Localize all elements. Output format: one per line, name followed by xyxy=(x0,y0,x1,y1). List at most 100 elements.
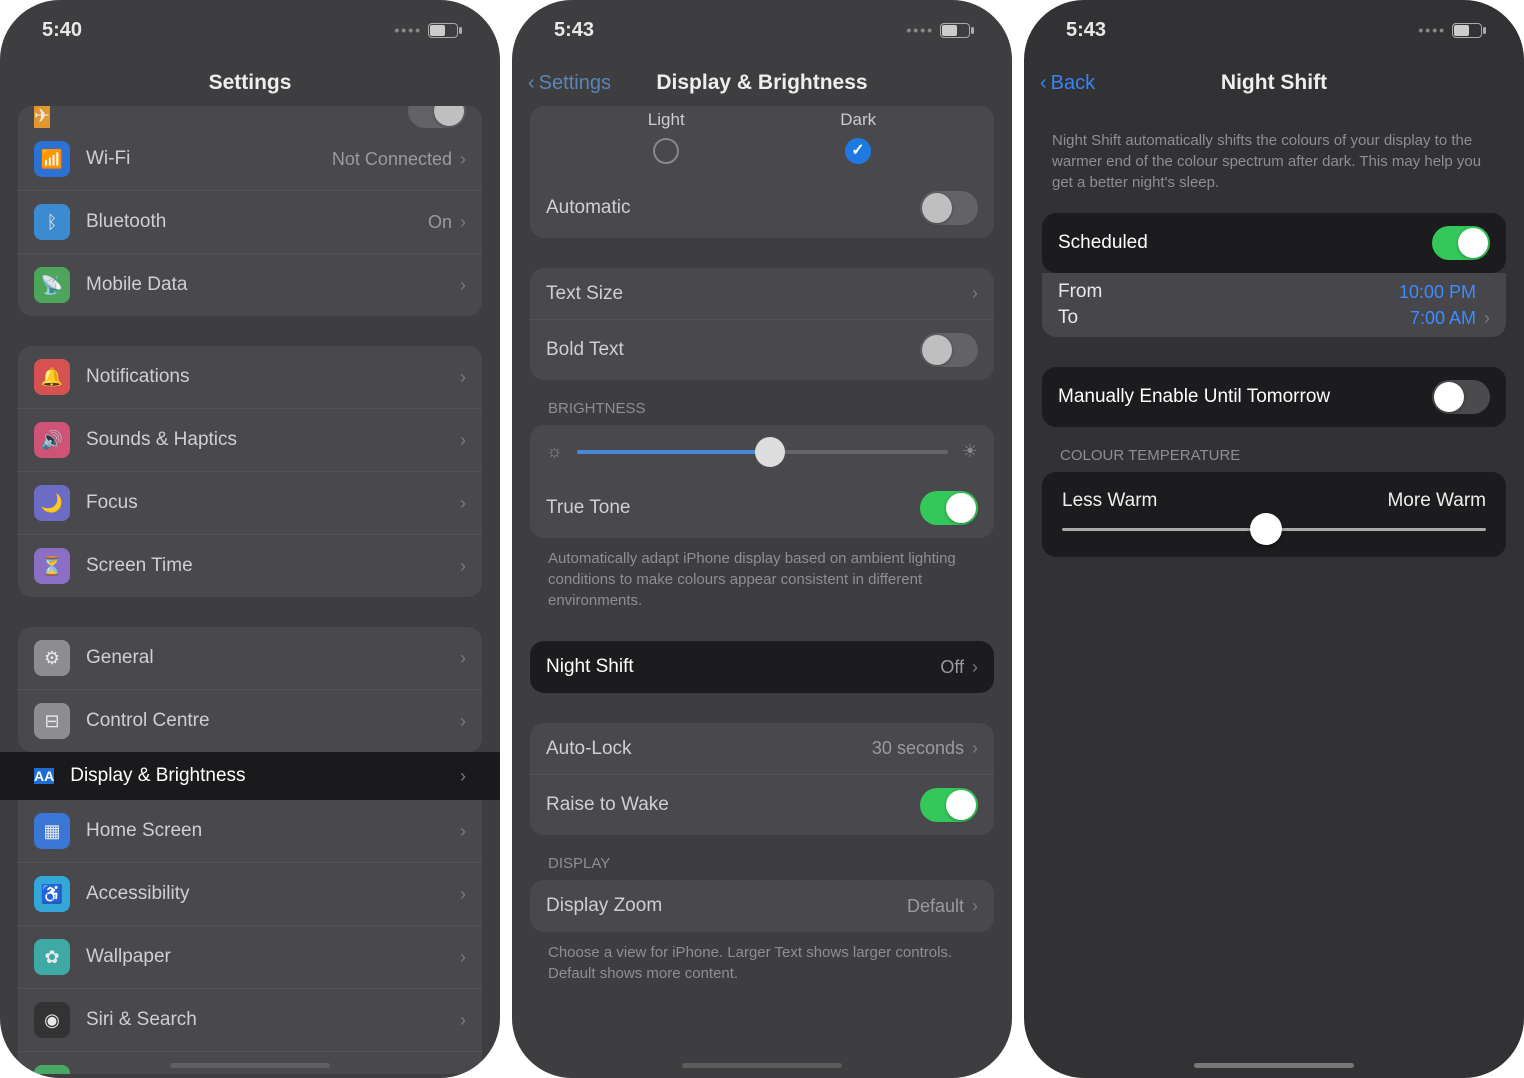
display-brightness-row[interactable]: AA Display & Brightness › xyxy=(0,752,500,800)
manual-group: Manually Enable Until Tomorrow xyxy=(1042,367,1506,427)
siri-icon: ◉ xyxy=(34,1002,70,1038)
page-title: Night Shift xyxy=(1221,71,1327,95)
bluetooth-row[interactable]: ᛒ Bluetooth On › xyxy=(18,191,482,254)
scheduled-toggle[interactable] xyxy=(1432,226,1490,260)
displayzoom-group: Display Zoom Default › xyxy=(530,880,994,932)
settings-screen: 5:40 •••• Settings ✈ 📶 Wi-Fi Not Connect… xyxy=(0,0,500,1078)
appearance-light-option[interactable]: Light xyxy=(648,110,685,164)
scheduled-group: Scheduled xyxy=(1042,213,1506,273)
nightshift-screen: 5:43 •••• ‹ Back Night Shift Night Shift… xyxy=(1024,0,1524,1078)
nav-bar: Settings xyxy=(0,60,500,106)
wifi-icon: 📶 xyxy=(34,141,70,177)
chevron-right-icon: › xyxy=(972,657,978,678)
truetone-toggle[interactable] xyxy=(920,491,978,525)
battery-icon xyxy=(428,23,458,38)
bluetooth-icon: ᛒ xyxy=(34,204,70,240)
chevron-right-icon: › xyxy=(972,738,978,759)
chevron-right-icon: › xyxy=(460,149,466,170)
textsize-icon: AA xyxy=(34,768,54,784)
radio-checked-icon xyxy=(845,138,871,164)
lock-group: Auto-Lock 30 seconds › Raise to Wake xyxy=(530,723,994,835)
cell-signal-icon: •••• xyxy=(1418,22,1446,38)
nightshift-row[interactable]: Night Shift Off › xyxy=(530,641,994,693)
siri-row[interactable]: ◉ Siri & Search › xyxy=(18,989,482,1052)
general-group: ⚙ General › ⊟ Control Centre › xyxy=(18,627,482,752)
chevron-right-icon: › xyxy=(460,275,466,296)
page-title: Display & Brightness xyxy=(656,71,867,95)
bluetooth-value: On xyxy=(428,212,452,233)
chevron-left-icon: ‹ xyxy=(528,72,535,95)
mobiledata-label: Mobile Data xyxy=(86,274,452,296)
back-button[interactable]: ‹ Back xyxy=(1040,72,1095,95)
chevron-right-icon: › xyxy=(460,1010,466,1031)
truetone-row: True Tone xyxy=(530,478,994,538)
brightness-slider[interactable] xyxy=(577,450,948,454)
automatic-toggle[interactable] xyxy=(920,191,978,225)
schedule-times-group: From 10:00 PM › To 7:00 AM › xyxy=(1042,273,1506,337)
chevron-right-icon: › xyxy=(460,884,466,905)
chevron-right-icon: › xyxy=(460,367,466,388)
chevron-right-icon: › xyxy=(460,821,466,842)
display-brightness-screen: 5:43 •••• ‹ Settings Display & Brightnes… xyxy=(512,0,1012,1078)
cell-signal-icon: •••• xyxy=(906,22,934,38)
hourglass-icon: ⏳ xyxy=(34,548,70,584)
faceid-row[interactable]: ☺ Face ID & Passcode › xyxy=(18,1052,482,1074)
raisewake-toggle[interactable] xyxy=(920,788,978,822)
less-warm-label: Less Warm xyxy=(1062,490,1157,512)
switches-icon: ⊟ xyxy=(34,703,70,739)
chevron-left-icon: ‹ xyxy=(1040,72,1047,95)
faceid-icon: ☺ xyxy=(34,1065,70,1074)
wifi-label: Wi-Fi xyxy=(86,148,332,170)
flower-icon: ✿ xyxy=(34,939,70,975)
controlcentre-row[interactable]: ⊟ Control Centre › xyxy=(18,690,482,752)
back-button[interactable]: ‹ Settings xyxy=(528,72,611,95)
nightshift-intro: Night Shift automatically shifts the col… xyxy=(1042,106,1506,213)
radio-icon xyxy=(653,138,679,164)
colour-temp-group: Less Warm More Warm xyxy=(1042,472,1506,557)
notifications-group: 🔔 Notifications › 🔊 Sounds & Haptics › 🌙… xyxy=(18,346,482,597)
boldtext-toggle[interactable] xyxy=(920,333,978,367)
bell-icon: 🔔 xyxy=(34,359,70,395)
display-header: DISPLAY xyxy=(530,835,994,880)
wifi-row[interactable]: 📶 Wi-Fi Not Connected › xyxy=(18,128,482,191)
chevron-right-icon: › xyxy=(460,947,466,968)
general-group-cont: ▦ Home Screen › ♿ Accessibility › ✿ Wall… xyxy=(18,800,482,1074)
brightness-header: BRIGHTNESS xyxy=(530,380,994,425)
brightness-slider-row: ☼ ☀ xyxy=(530,425,994,478)
manual-row: Manually Enable Until Tomorrow xyxy=(1042,367,1506,427)
airplane-icon: ✈ xyxy=(34,106,50,128)
manual-toggle[interactable] xyxy=(1432,380,1490,414)
airplane-toggle[interactable] xyxy=(408,106,466,128)
accessibility-row[interactable]: ♿ Accessibility › xyxy=(18,863,482,926)
zoom-desc: Choose a view for iPhone. Larger Text sh… xyxy=(530,932,994,984)
clock: 5:43 xyxy=(1066,19,1106,42)
speaker-icon: 🔊 xyxy=(34,422,70,458)
appearance-dark-option[interactable]: Dark xyxy=(840,110,876,164)
chevron-right-icon: › xyxy=(460,648,466,669)
schedule-to-row[interactable]: To 7:00 AM › xyxy=(1042,305,1506,337)
sounds-row[interactable]: 🔊 Sounds & Haptics › xyxy=(18,409,482,472)
general-row[interactable]: ⚙ General › xyxy=(18,627,482,690)
accessibility-icon: ♿ xyxy=(34,876,70,912)
boldtext-row: Bold Text xyxy=(530,320,994,380)
gear-icon: ⚙ xyxy=(34,640,70,676)
notifications-row[interactable]: 🔔 Notifications › xyxy=(18,346,482,409)
chevron-right-icon: › xyxy=(460,556,466,577)
truetone-desc: Automatically adapt iPhone display based… xyxy=(530,538,994,611)
focus-row[interactable]: 🌙 Focus › xyxy=(18,472,482,535)
airplane-row[interactable]: ✈ xyxy=(18,106,482,128)
nightshift-group: Night Shift Off › xyxy=(530,641,994,693)
textsize-row[interactable]: Text Size › xyxy=(530,268,994,320)
homescreen-row[interactable]: ▦ Home Screen › xyxy=(18,800,482,863)
schedule-from-row[interactable]: From 10:00 PM › xyxy=(1042,273,1506,305)
screentime-row[interactable]: ⏳ Screen Time › xyxy=(18,535,482,597)
battery-icon xyxy=(940,23,970,38)
displayzoom-row[interactable]: Display Zoom Default › xyxy=(530,880,994,932)
autolock-row[interactable]: Auto-Lock 30 seconds › xyxy=(530,723,994,775)
appearance-group: Light Dark Automatic xyxy=(530,106,994,238)
colour-temp-slider[interactable] xyxy=(1062,528,1486,531)
mobiledata-row[interactable]: 📡 Mobile Data › xyxy=(18,254,482,316)
antenna-icon: 📡 xyxy=(34,267,70,303)
wallpaper-row[interactable]: ✿ Wallpaper › xyxy=(18,926,482,989)
chevron-right-icon: › xyxy=(460,430,466,451)
